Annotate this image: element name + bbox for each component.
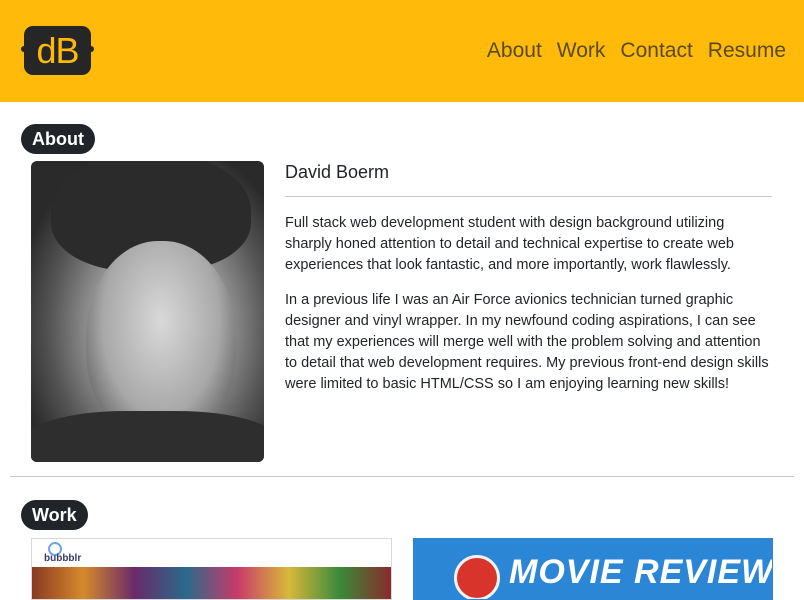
profile-photo: [31, 161, 264, 462]
work-card-image: [32, 567, 391, 599]
logo-text: dB: [36, 30, 79, 71]
nav-link-about[interactable]: About: [487, 38, 542, 64]
nav-link-resume[interactable]: Resume: [708, 38, 786, 64]
shirt-shape: [31, 411, 264, 462]
navbar: dB About Work Contact Resume: [0, 0, 804, 102]
about-section-badge: About: [21, 124, 95, 154]
work-section-badge: Work: [21, 500, 88, 530]
nav-links: About Work Contact Resume: [487, 38, 786, 64]
brand-logo[interactable]: dB: [21, 26, 94, 75]
about-paragraph-2: In a previous life I was an Air Force av…: [285, 292, 769, 392]
about-paragraph-1: Full stack web development student with …: [285, 215, 734, 273]
nav-link-work[interactable]: Work: [557, 38, 606, 64]
popcorn-icon: [454, 555, 500, 599]
work-card-label: bubbblr: [44, 553, 82, 564]
profile-name: David Boerm: [285, 162, 390, 182]
work-card-title: MOVIE REVIEW: [509, 553, 773, 591]
section-divider: [10, 476, 794, 477]
nav-link-contact[interactable]: Contact: [620, 38, 692, 64]
work-card-movie-review[interactable]: MOVIE REVIEW: [413, 538, 773, 600]
work-card-bubbblr[interactable]: bubbblr: [31, 538, 392, 600]
name-divider: [285, 196, 772, 197]
